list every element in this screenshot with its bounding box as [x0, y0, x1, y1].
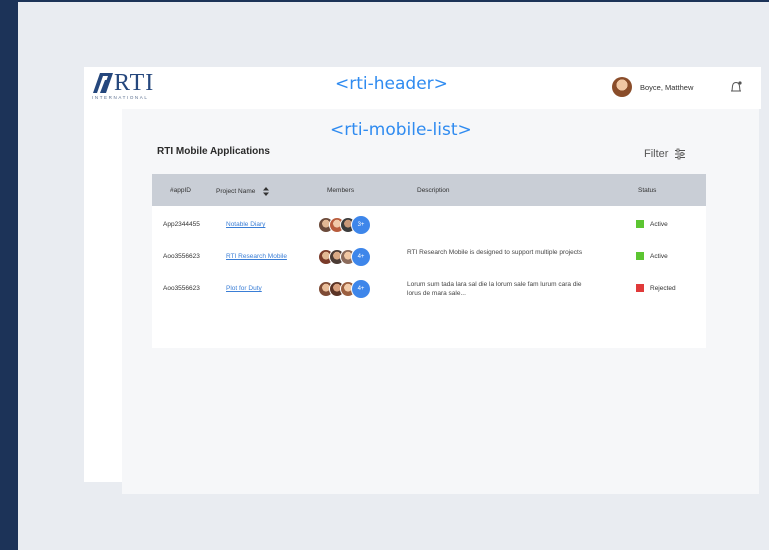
column-header-status[interactable]: Status — [638, 187, 656, 194]
column-header-app-id[interactable]: #appID — [170, 187, 191, 194]
status-badge: Rejected — [636, 284, 676, 292]
column-header-project-name[interactable]: Project Name — [216, 187, 270, 196]
members-group[interactable]: 4+ — [318, 247, 371, 267]
status-active-indicator — [636, 252, 644, 260]
status-label: Active — [650, 252, 668, 260]
description-cell: Lorum sum tada lara sal die la lorum sal… — [407, 281, 582, 297]
filter-label: Filter — [644, 148, 669, 160]
status-active-indicator — [636, 220, 644, 228]
project-name-link[interactable]: Plot for Duty — [226, 285, 262, 292]
status-label: Rejected — [650, 284, 676, 292]
logo-subtext: INTERNATIONAL — [92, 95, 149, 100]
logo-text: RTI — [114, 70, 155, 96]
user-name: Boyce, Matthew — [640, 82, 694, 92]
column-header-description[interactable]: Description — [417, 187, 450, 194]
sidebar — [84, 109, 122, 482]
column-header-members[interactable]: Members — [327, 187, 354, 194]
members-group[interactable]: 4+ — [318, 279, 371, 299]
rti-logo[interactable]: RTI INTERNATIONAL — [92, 70, 155, 102]
project-name-link[interactable]: RTI Research Mobile — [226, 253, 287, 260]
header-component-tag: <rti-header> — [335, 74, 448, 94]
app-id-cell: App2344455 — [163, 221, 200, 228]
bell-icon[interactable] — [729, 80, 743, 94]
sliders-icon — [675, 148, 686, 160]
column-header-label: Project Name — [216, 188, 256, 196]
members-group[interactable]: 3+ — [318, 215, 371, 235]
applications-table: #appID Project Name Members Description … — [152, 174, 706, 348]
table-row[interactable]: App2344455 Notable Diary 3+ Active — [152, 209, 706, 241]
table-row[interactable]: Aoo3556623 Plot for Duty 4+ Lorum sum ta… — [152, 273, 706, 305]
app-id-cell: Aoo3556623 — [163, 285, 200, 292]
sort-icon[interactable] — [263, 187, 270, 196]
member-count-badge: 4+ — [351, 247, 371, 267]
table-row[interactable]: Aoo3556623 RTI Research Mobile 4+ RTI Re… — [152, 241, 706, 273]
member-count-badge: 4+ — [351, 279, 371, 299]
rti-logo-mark-icon — [93, 73, 113, 93]
member-count-badge: 3+ — [351, 215, 371, 235]
page-title: RTI Mobile Applications — [157, 146, 270, 157]
list-component-tag: <rti-mobile-list> — [330, 120, 472, 140]
status-badge: Active — [636, 220, 668, 228]
user-menu[interactable]: Boyce, Matthew — [612, 77, 693, 97]
description-cell: RTI Research Mobile is designed to suppo… — [407, 249, 583, 256]
filter-button[interactable]: Filter — [644, 148, 686, 160]
app-id-cell: Aoo3556623 — [163, 253, 200, 260]
project-name-link[interactable]: Notable Diary — [226, 221, 265, 228]
status-rejected-indicator — [636, 284, 644, 292]
table-header: #appID Project Name Members Description … — [152, 174, 706, 206]
status-label: Active — [650, 220, 668, 228]
avatar — [612, 77, 632, 97]
status-badge: Active — [636, 252, 668, 260]
